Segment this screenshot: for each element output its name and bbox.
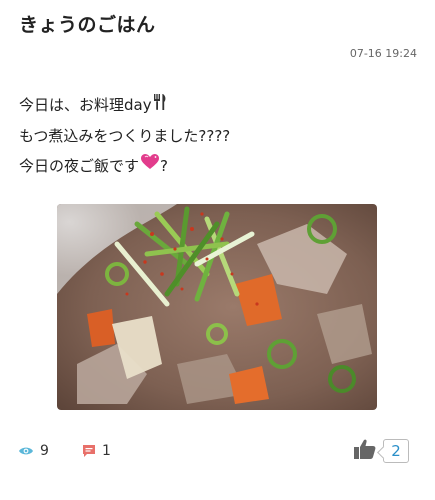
body-line-2: もつ煮込みをつくりました????: [19, 126, 231, 145]
thumbs-up-icon[interactable]: [353, 438, 377, 464]
comment-count[interactable]: 1: [82, 443, 111, 459]
body-line-3-text: 今日の夜ご飯です: [19, 156, 140, 175]
body-line-1: 今日は、お料理day: [19, 90, 230, 121]
eye-icon: [18, 445, 34, 457]
post-timestamp: 07-16 19:24: [349, 47, 417, 60]
body-line-3: 今日の夜ご飯です?: [19, 151, 230, 182]
post-title: きょうのごはん: [19, 14, 156, 36]
sparkling-heart-icon: [140, 151, 160, 181]
post-photo[interactable]: [57, 204, 377, 410]
post-body: 今日は、お料理day もつ煮込みをつくりました???? 今日の夜ご飯です?: [19, 90, 230, 181]
post-footer: 9 1 2: [0, 438, 435, 468]
body-line-3-suffix: ?: [160, 156, 168, 175]
view-count-value: 9: [40, 443, 49, 459]
like-count-value: 2: [391, 442, 401, 460]
body-line-1-text: 今日は、お料理day: [19, 96, 152, 114]
comment-icon: [82, 444, 96, 458]
stew-image: [57, 204, 377, 410]
like-count-badge: 2: [383, 439, 409, 463]
fork-knife-icon: [153, 91, 167, 121]
like-widget[interactable]: 2: [353, 438, 409, 464]
comment-count-value: 1: [102, 443, 111, 459]
view-count: 9: [18, 443, 49, 459]
